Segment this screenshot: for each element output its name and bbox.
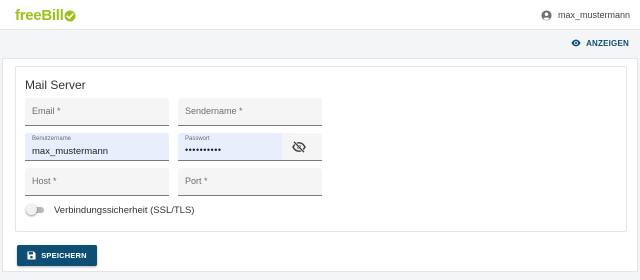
port-field[interactable]: Port * [178, 168, 322, 196]
show-button[interactable]: ANZEIGEN [571, 38, 629, 48]
logo-check-icon [64, 10, 76, 21]
logo-text-free: free [15, 6, 42, 24]
password-field-value: •••••••••• [185, 145, 222, 155]
sender-name-placeholder: Sendername * [185, 106, 243, 116]
email-field[interactable]: Email * [25, 98, 169, 126]
port-placeholder: Port * [185, 176, 208, 186]
password-field-label: Passwort [185, 136, 210, 142]
username-field[interactable]: Benutzername max_mustermann [25, 133, 169, 161]
save-button-label: SPEICHERN [41, 251, 87, 260]
visibility-off-icon[interactable] [292, 140, 306, 154]
email-placeholder: Email * [32, 106, 61, 116]
user-menu[interactable]: max_mustermann [541, 8, 630, 22]
show-button-label: ANZEIGEN [586, 38, 629, 48]
action-row: ANZEIGEN [0, 30, 640, 58]
host-placeholder: Host * [32, 176, 57, 186]
account-circle-icon [541, 9, 552, 21]
top-bar: free Bill max_mustermann [0, 0, 640, 30]
floppy-disk-icon [27, 251, 36, 260]
username-label: max_mustermann [557, 10, 630, 20]
eye-icon [571, 39, 581, 47]
username-field-label: Benutzername [32, 136, 72, 142]
ssl-toggle-label: Verbindungssicherheit (SSL/TLS) [54, 205, 195, 216]
ssl-toggle-switch[interactable] [26, 204, 48, 216]
app-logo[interactable]: free Bill [15, 6, 76, 24]
save-button[interactable]: SPEICHERN [17, 245, 97, 266]
host-field[interactable]: Host * [25, 168, 169, 196]
sender-name-field[interactable]: Sendername * [178, 98, 322, 126]
section-title: Mail Server [25, 78, 86, 92]
settings-card: Mail Server Email * Sendername * Benutze… [2, 58, 638, 272]
mail-server-panel: Mail Server Email * Sendername * Benutze… [15, 66, 627, 232]
logo-text-bill: Bill [41, 6, 64, 24]
username-field-value: max_mustermann [32, 146, 109, 157]
toggle-thumb [26, 204, 37, 215]
